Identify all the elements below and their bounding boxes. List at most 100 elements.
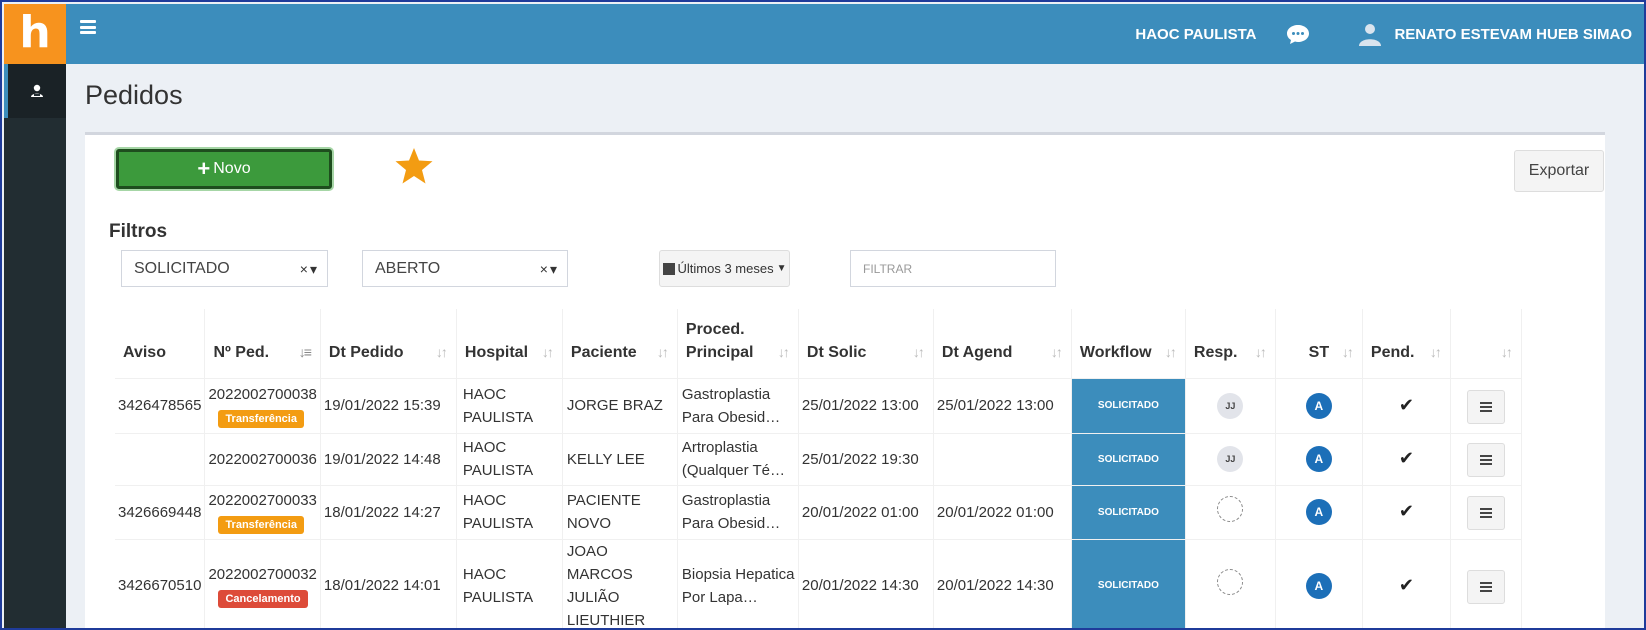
col-aviso[interactable]: Aviso [115, 309, 206, 378]
col-pedido[interactable]: Nº Ped. ↓≡ [204, 309, 321, 378]
actions-cell [1450, 377, 1522, 433]
sort-icon: ↓↑ [435, 343, 448, 360]
app-frame: h HAOC PAULISTA RENATO ESTEVAM HUEB SIMA… [0, 0, 1646, 630]
pedido-cell: 2022002700033 Transferência [204, 484, 321, 539]
col-procedimento[interactable]: Proced. Principal ↓↑ [677, 309, 799, 378]
table-row[interactable]: 2022002700036 19/01/2022 14:48 HAOC PAUL… [115, 432, 1522, 485]
row-menu-button[interactable] [1466, 389, 1505, 424]
table-row[interactable]: 3426669448 2022002700033 Transferência 18… [115, 484, 1522, 539]
dt-pedido-cell: 18/01/2022 14:27 [320, 484, 457, 539]
hospital-cell: HAOC PAULISTA [456, 538, 563, 628]
check-icon: ✔ [1398, 394, 1414, 415]
procedimento-cell: Gastroplastia Para Obesid… [677, 377, 799, 433]
sort-icon: ↓↑ [1254, 343, 1267, 360]
paciente-cell: KELLY LEE [562, 432, 678, 485]
col-dt-agend[interactable]: Dt Agend ↓↑ [933, 309, 1072, 378]
pedido-cell: 2022002700032 Cancelamento [204, 538, 321, 628]
dt-agend-cell [933, 432, 1072, 485]
hospital-selector[interactable]: HAOC PAULISTA [1135, 26, 1256, 43]
table-row[interactable]: 3426478565 2022002700038 Transferência 19… [115, 377, 1522, 433]
pedido-cell: 2022002700038 Transferência [204, 377, 321, 433]
col-dt-pedido[interactable]: Dt Pedido ↓↑ [320, 309, 457, 378]
col-resp[interactable]: Resp. ↓↑ [1185, 309, 1276, 378]
situation-filter-select[interactable]: ABERTO ×▾ [362, 250, 568, 287]
row-menu-button[interactable] [1466, 569, 1505, 604]
workflow-status[interactable]: SOLICITADO [1071, 432, 1186, 485]
pend-cell: ✔ [1362, 432, 1451, 485]
sort-icon: ↓↑ [1429, 343, 1442, 360]
page-title: Pedidos [85, 80, 183, 110]
date-range-label: Últimos 3 meses [677, 261, 774, 276]
sidebar-item-users[interactable] [4, 64, 66, 118]
dt-solic-cell: 20/01/2022 14:30 [798, 538, 934, 628]
tag-badge: Transferência [218, 516, 304, 534]
status-filter-value: SOLICITADO [134, 259, 230, 277]
status-filter-select[interactable]: SOLICITADO ×▾ [121, 250, 328, 287]
status-badge: A [1305, 446, 1332, 472]
dt-agend-cell: 25/01/2022 13:00 [933, 377, 1072, 433]
pend-cell: ✔ [1362, 484, 1451, 539]
star-icon[interactable] [394, 146, 434, 186]
exportar-button[interactable]: Exportar [1514, 150, 1604, 192]
chat-bubble-icon[interactable] [1286, 24, 1310, 45]
status-badge: A [1305, 499, 1332, 525]
avatar[interactable]: JJ [1217, 392, 1244, 419]
hamburger-icon[interactable] [80, 20, 96, 34]
orders-table: Aviso Nº Ped. ↓≡ Dt Pedido ↓↑ Hospital ↓↑ P… [115, 309, 1522, 628]
paciente-cell: PACIENTE NOVO [562, 484, 678, 539]
top-navbar: HAOC PAULISTA RENATO ESTEVAM HUEB SIMAO [66, 4, 1644, 64]
navbar-right: HAOC PAULISTA RENATO ESTEVAM HUEB SIMAO [1135, 4, 1632, 64]
col-workflow[interactable]: Workflow ↓↑ [1071, 309, 1186, 378]
novo-button[interactable]: + Novo [116, 149, 332, 189]
check-icon: ✔ [1398, 574, 1414, 595]
pend-cell: ✔ [1362, 538, 1451, 628]
sort-icon: ↓↑ [777, 343, 790, 360]
avatar[interactable]: JJ [1217, 446, 1244, 472]
app-logo[interactable]: h [4, 4, 66, 64]
avatar-placeholder-icon[interactable] [1217, 495, 1244, 522]
clear-dropdown-icon[interactable]: ×▾ [540, 261, 559, 278]
table-header-row: Aviso Nº Ped. ↓≡ Dt Pedido ↓↑ Hospital ↓↑ P… [115, 309, 1522, 378]
col-dt-solic[interactable]: Dt Solic ↓↑ [798, 309, 934, 378]
aviso-cell: 3426478565 [115, 377, 206, 433]
dt-solic-cell: 25/01/2022 13:00 [798, 377, 934, 433]
hospital-cell: HAOC PAULISTA [456, 377, 563, 433]
row-menu-button[interactable] [1466, 443, 1505, 477]
tag-badge: Transferência [218, 409, 304, 428]
user-icon[interactable] [1358, 22, 1382, 46]
caret-down-icon: ▼ [776, 263, 787, 274]
tag-badge: Cancelamento [218, 589, 308, 608]
col-st[interactable]: ST ↓↑ [1275, 309, 1363, 378]
dt-agend-cell: 20/01/2022 01:00 [933, 484, 1072, 539]
user-name[interactable]: RENATO ESTEVAM HUEB SIMAO [1394, 26, 1632, 43]
workflow-status[interactable]: SOLICITADO [1071, 484, 1186, 539]
sort-icon: ↓↑ [1341, 343, 1354, 360]
hospital-cell: HAOC PAULISTA [456, 484, 563, 539]
workflow-status[interactable]: SOLICITADO [1071, 377, 1186, 433]
col-hospital[interactable]: Hospital ↓↑ [456, 309, 563, 378]
clear-dropdown-icon[interactable]: ×▾ [300, 261, 319, 278]
procedimento-cell: Biopsia Hepatica Por Lapa… [677, 538, 799, 628]
col-paciente[interactable]: Paciente ↓↑ [562, 309, 678, 378]
st-cell: A [1275, 538, 1363, 628]
col-pend[interactable]: Pend. ↓↑ [1362, 309, 1451, 378]
avatar-placeholder-icon[interactable] [1217, 569, 1244, 595]
sort-desc-icon: ↓≡ [298, 343, 312, 360]
status-badge: A [1305, 572, 1332, 599]
resp-cell: JJ [1185, 377, 1276, 433]
workflow-status[interactable]: SOLICITADO [1071, 538, 1186, 628]
pend-cell: ✔ [1362, 377, 1451, 433]
check-icon: ✔ [1398, 448, 1414, 468]
paciente-cell: JORGE BRAZ [562, 377, 678, 433]
row-menu-button[interactable] [1466, 496, 1505, 530]
pedido-cell: 2022002700036 [204, 432, 321, 485]
content-box: + Novo Exportar Filtros SOLICITADO ×▾ AB… [85, 132, 1605, 628]
table-row[interactable]: 3426670510 2022002700032 Cancelamento 18/… [115, 538, 1522, 628]
date-range-button[interactable]: Últimos 3 meses ▼ [659, 250, 790, 287]
dt-agend-cell: 20/01/2022 14:30 [933, 538, 1072, 628]
col-actions[interactable]: ↓↑ [1450, 309, 1522, 378]
sort-icon: ↓↑ [1050, 343, 1063, 360]
status-badge: A [1305, 392, 1332, 419]
aviso-cell [115, 432, 206, 485]
search-input[interactable] [850, 250, 1056, 287]
